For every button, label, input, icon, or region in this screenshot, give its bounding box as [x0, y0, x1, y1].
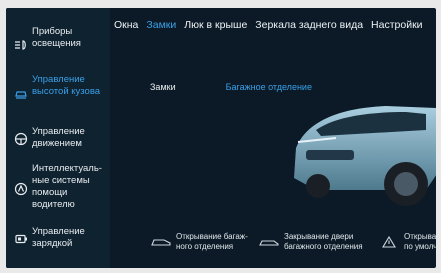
- sidebar-item-label: Приборы освещения: [32, 26, 81, 49]
- bottom-actions: Открывание багаж-ного отделения Закрыван…: [110, 226, 436, 258]
- subtab-locks[interactable]: Замки: [150, 82, 176, 92]
- tab-locks[interactable]: Замки: [142, 19, 180, 31]
- tab-mirrors[interactable]: Зеркала заднего вида: [251, 19, 367, 31]
- sidebar-item-label: Управление зарядкой: [32, 226, 85, 249]
- close-trunk-label: Закрывание двери багажного отделения: [284, 232, 363, 251]
- headlight-icon: [14, 38, 28, 52]
- top-tabs: Окна Замки Люк в крыше Зеркала заднего в…: [110, 8, 436, 42]
- sidebar: Приборы освещения Управление высотой куз…: [6, 8, 110, 268]
- battery-icon: [14, 232, 28, 246]
- tab-windows[interactable]: Окна: [110, 19, 142, 31]
- display-screen: Приборы освещения Управление высотой куз…: [6, 8, 436, 268]
- close-trunk-button[interactable]: Закрывание двери багажного отделения: [258, 226, 376, 258]
- open-trunk-label: Открывание багаж-ного отделения: [176, 232, 248, 251]
- tab-settings[interactable]: Настройки: [367, 19, 427, 31]
- sidebar-item-label: Интеллектуаль-ные системы помощи водител…: [32, 163, 102, 210]
- warning-icon: [378, 235, 400, 249]
- sidebar-item-label: Управление высотой кузова: [32, 74, 101, 97]
- steering-wheel-icon: [14, 132, 28, 146]
- open-trunk-button[interactable]: Открывание багаж-ного отделения: [150, 226, 248, 258]
- tab-sunroof[interactable]: Люк в крыше: [180, 19, 251, 31]
- trunk-open-icon: [150, 235, 172, 249]
- sidebar-item-label: Управление движением: [32, 126, 85, 149]
- car-image: [294, 106, 436, 206]
- driver-assist-icon: [14, 182, 28, 196]
- car-height-icon: [14, 87, 28, 101]
- default-open-label: Открывание по умолчанию: [404, 232, 436, 251]
- default-open-button[interactable]: Открывание по умолчанию: [378, 226, 436, 258]
- trunk-close-icon: [258, 235, 280, 249]
